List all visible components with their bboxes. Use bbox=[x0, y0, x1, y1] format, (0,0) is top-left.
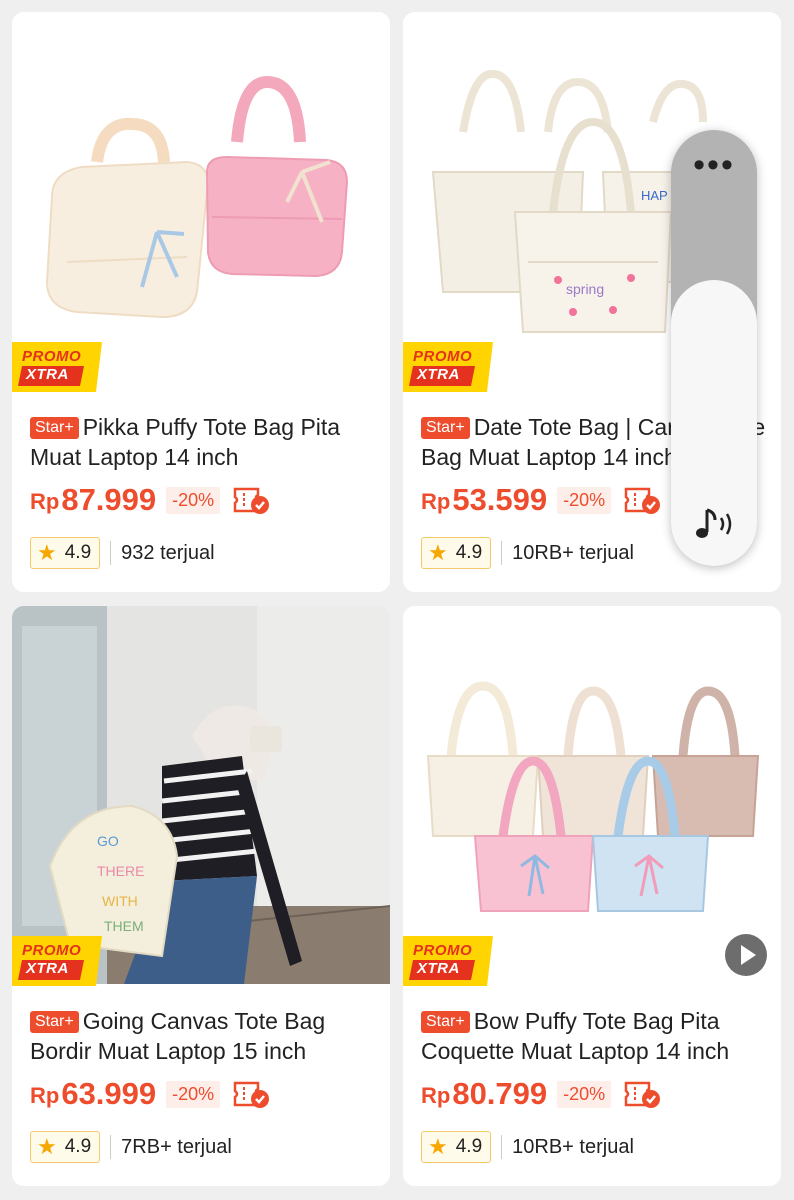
rating-row: ★ 4.9 7RB+ terjual bbox=[30, 1130, 232, 1164]
divider bbox=[501, 541, 503, 565]
promo-xtra-label: PROMO XTRA bbox=[12, 936, 102, 986]
divider bbox=[110, 1135, 112, 1159]
star-plus-badge: Star+ bbox=[30, 1011, 79, 1033]
svg-text:spring: spring bbox=[566, 281, 604, 297]
star-plus-badge: Star+ bbox=[30, 417, 79, 439]
price-row: Rp 80.799 -20% bbox=[421, 1076, 661, 1112]
play-icon[interactable] bbox=[725, 934, 767, 976]
rating-badge: ★ 4.9 bbox=[30, 1131, 101, 1163]
product-card[interactable]: PROMO XTRA Star+ Pikka Puffy Tote Bag Pit… bbox=[12, 12, 390, 592]
currency-label: Rp bbox=[30, 489, 60, 514]
star-icon: ★ bbox=[428, 540, 448, 565]
rating-badge: ★ 4.9 bbox=[30, 537, 101, 569]
star-icon: ★ bbox=[37, 540, 57, 565]
rating-value: 4.9 bbox=[64, 1136, 92, 1157]
currency-label: Rp bbox=[421, 489, 451, 514]
price-row: Rp 63.999 -20% bbox=[30, 1076, 270, 1112]
divider bbox=[110, 541, 112, 565]
price-value: 63.999 bbox=[61, 1076, 157, 1111]
product-image[interactable] bbox=[403, 606, 781, 984]
volume-panel[interactable]: ••• bbox=[671, 130, 757, 566]
star-icon: ★ bbox=[428, 1134, 448, 1159]
promo-xtra-label: PROMO XTRA bbox=[403, 936, 493, 986]
product-image[interactable] bbox=[12, 12, 390, 390]
discount-badge: -20% bbox=[557, 486, 612, 514]
discount-badge: -20% bbox=[557, 1080, 612, 1108]
voucher-check-icon bbox=[232, 1079, 270, 1109]
promo-xtra-label: PROMO XTRA bbox=[403, 342, 493, 392]
rating-row: ★ 4.9 932 terjual bbox=[30, 536, 215, 570]
price-value: 53.599 bbox=[452, 482, 548, 517]
discount-badge: -20% bbox=[166, 1080, 221, 1108]
product-card[interactable]: GO THERE WITH THEM PROMO XTRA Star+ Going… bbox=[12, 606, 390, 1186]
rating-row: ★ 4.9 10RB+ terjual bbox=[421, 536, 634, 570]
price-value: 87.999 bbox=[61, 482, 157, 517]
star-icon: ★ bbox=[37, 1134, 57, 1159]
svg-text:GO: GO bbox=[97, 833, 119, 849]
svg-text:THERE: THERE bbox=[97, 863, 144, 879]
divider bbox=[501, 1135, 503, 1159]
voucher-check-icon bbox=[623, 1079, 661, 1109]
currency-label: Rp bbox=[30, 1083, 60, 1108]
promo-xtra-label: PROMO XTRA bbox=[12, 342, 102, 392]
svg-text:THEM: THEM bbox=[104, 918, 144, 934]
sold-count: 10RB+ terjual bbox=[512, 541, 634, 564]
product-title[interactable]: Star+ Going Canvas Tote Bag Bordir Muat L… bbox=[30, 1006, 380, 1066]
rating-row: ★ 4.9 10RB+ terjual bbox=[421, 1130, 634, 1164]
discount-badge: -20% bbox=[166, 486, 221, 514]
svg-text:HAP: HAP bbox=[641, 188, 668, 203]
currency-label: Rp bbox=[421, 1083, 451, 1108]
price-row: Rp 87.999 -20% bbox=[30, 482, 270, 518]
star-plus-badge: Star+ bbox=[421, 417, 470, 439]
sold-count: 10RB+ terjual bbox=[512, 1135, 634, 1158]
sold-count: 932 terjual bbox=[121, 541, 215, 564]
product-title[interactable]: Star+ Bow Puffy Tote Bag Pita Coquette Mu… bbox=[421, 1006, 771, 1066]
rating-value: 4.9 bbox=[455, 1136, 483, 1157]
rating-badge: ★ 4.9 bbox=[421, 537, 492, 569]
product-title[interactable]: Star+ Pikka Puffy Tote Bag Pita Muat Lapt… bbox=[30, 412, 380, 472]
sold-count: 7RB+ terjual bbox=[121, 1135, 232, 1158]
sound-wave-icon bbox=[689, 502, 739, 548]
product-image[interactable]: GO THERE WITH THEM bbox=[12, 606, 390, 984]
svg-text:WITH: WITH bbox=[102, 893, 138, 909]
more-options-button[interactable]: ••• bbox=[671, 148, 757, 182]
voucher-check-icon bbox=[232, 485, 270, 515]
price-value: 80.799 bbox=[452, 1076, 548, 1111]
product-card[interactable]: PROMO XTRA Star+ Bow Puffy Tote Bag Pita … bbox=[403, 606, 781, 1186]
rating-badge: ★ 4.9 bbox=[421, 1131, 492, 1163]
rating-value: 4.9 bbox=[64, 542, 92, 563]
voucher-check-icon bbox=[623, 485, 661, 515]
star-plus-badge: Star+ bbox=[421, 1011, 470, 1033]
price-row: Rp 53.599 -20% bbox=[421, 482, 661, 518]
rating-value: 4.9 bbox=[455, 542, 483, 563]
volume-slider[interactable] bbox=[671, 280, 757, 566]
